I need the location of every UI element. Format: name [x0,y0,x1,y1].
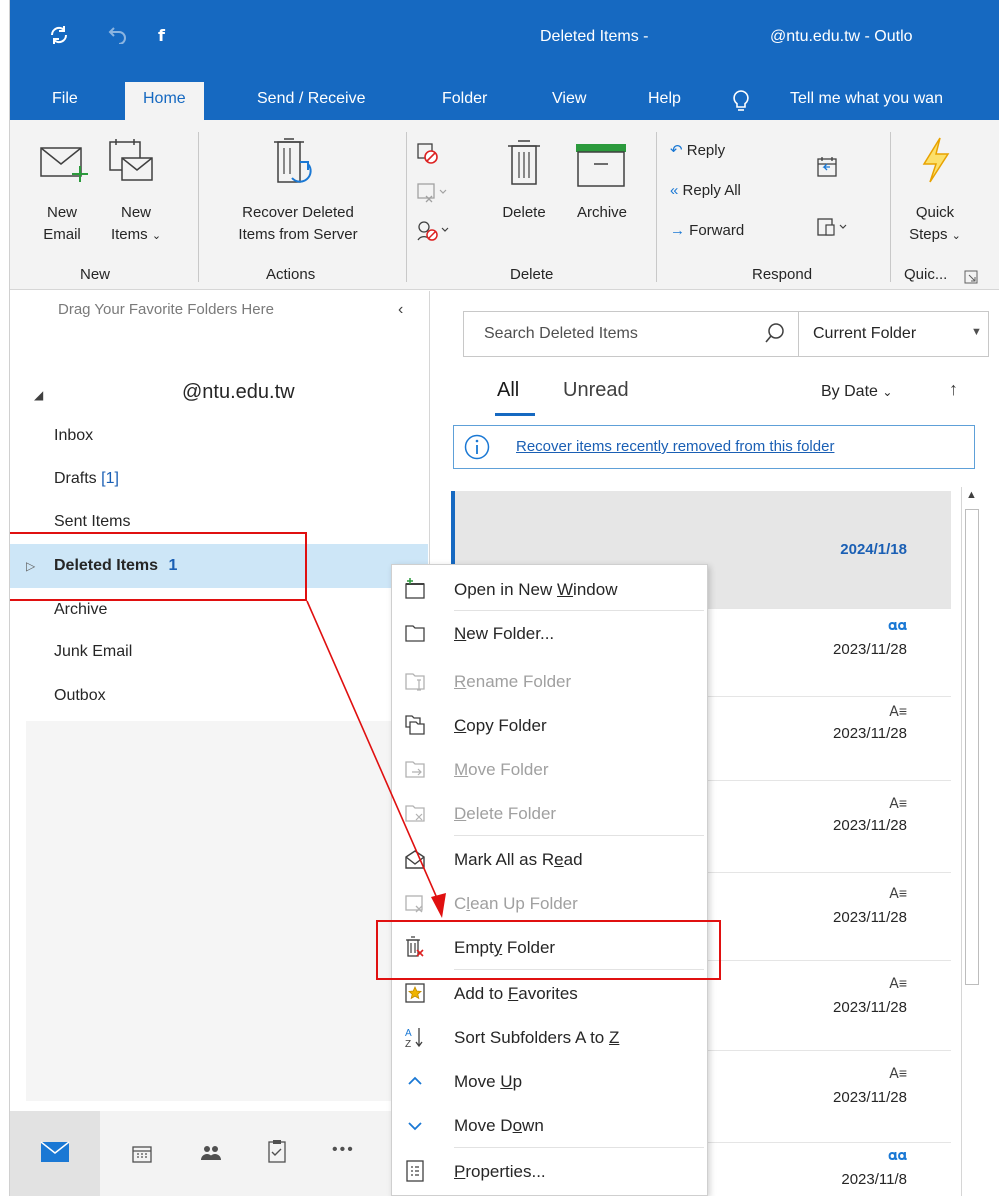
annotation-arrow [306,600,446,918]
window-left-edge [0,0,10,1196]
